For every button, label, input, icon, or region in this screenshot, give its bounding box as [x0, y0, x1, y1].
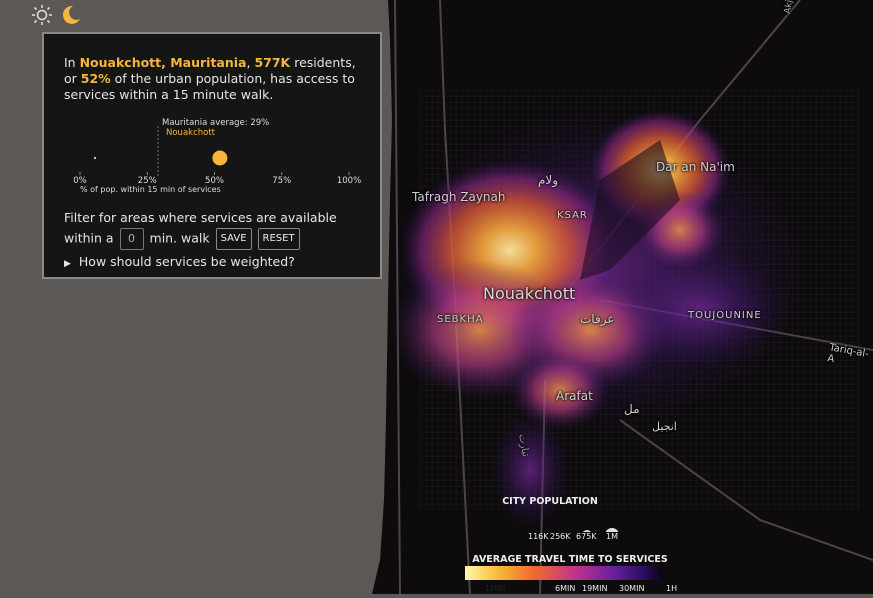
travel-label-30min: 30MIN: [619, 584, 645, 593]
filter-prefix: within a: [64, 230, 114, 246]
city-marker-label: Nouakchott: [166, 128, 216, 138]
arabic-label-2: عرفات: [580, 312, 615, 326]
summary-prefix: In: [64, 55, 80, 70]
axis-tick-label: 100%: [337, 176, 361, 186]
pop-label-116k: 116K: [528, 532, 549, 541]
ksar-label: KSAR: [557, 210, 588, 221]
travel-label-6min: 6MIN: [555, 584, 576, 593]
access-dot-chart: Mauritania average: 29% Nouakchott 0% 25%…: [73, 118, 361, 194]
weighting-label: How should services be weighted?: [78, 254, 295, 269]
sebkha-label: SEBKHA: [437, 314, 484, 325]
arabic-label-5: انجيل: [652, 420, 677, 433]
city-label: Nouakchott: [483, 284, 576, 303]
percent-value: 52%: [80, 71, 111, 86]
triangle-right-icon: ▶: [64, 259, 71, 269]
city-name: Nouakchott, Mauritania: [79, 55, 247, 70]
travel-label-1min: 1MIN: [485, 584, 506, 593]
arafat-label: Arafat: [556, 389, 593, 403]
reset-button[interactable]: RESET: [257, 228, 300, 250]
filter-line1: Filter for areas where services are avai…: [64, 210, 337, 225]
city-dot: [212, 150, 228, 166]
travel-legend-title: AVERAGE TRAVEL TIME TO SERVICES: [472, 554, 668, 565]
axis-tick-label: 75%: [272, 176, 291, 186]
summary-text: In Nouakchott, Mauritania, 577K resident…: [64, 55, 369, 103]
travel-legend-labels: 1MIN 6MIN 19MIN 30MIN 1H: [465, 584, 678, 598]
toujounine-label: TOUJOUNINE: [688, 310, 762, 321]
tafragh-label: Tafragh Zaynah: [412, 190, 506, 204]
filter-section: Filter for areas where services are avai…: [64, 208, 374, 250]
travel-label-19min: 19MIN: [582, 584, 608, 593]
pop-label-675k: 675K: [576, 532, 597, 541]
sun-icon[interactable]: [30, 4, 54, 26]
filter-suffix: min. walk: [149, 230, 210, 246]
axis-title: % of pop. within 15 min of services: [80, 185, 221, 194]
travel-label-1h: 1H: [666, 584, 678, 593]
arabic-label-1: ولام: [538, 173, 559, 187]
pop-label-256k: 256K: [550, 532, 571, 541]
weighting-disclosure[interactable]: ▶ How should services be weighted?: [64, 254, 295, 269]
save-button[interactable]: SAVE: [215, 228, 252, 250]
population-legend-title: CITY POPULATION: [502, 496, 598, 507]
theme-toggle[interactable]: [30, 4, 82, 26]
population-legend: [583, 528, 619, 532]
map-legend: CITY POPULATION 116K 256K 675K 1M AVERAG…: [465, 496, 678, 598]
minutes-input[interactable]: 0: [119, 228, 144, 250]
pop-label-1m: 1M: [606, 532, 618, 541]
daran-label: Dar an Na'im: [656, 160, 735, 174]
small-city-dot: [93, 156, 97, 160]
national-average-label: Mauritania average: 29%: [162, 118, 269, 128]
arabic-label-3: مل: [624, 402, 640, 416]
residents-count: 577K: [254, 55, 291, 70]
population-legend-labels: 116K 256K 675K 1M: [465, 532, 675, 544]
moon-icon[interactable]: [58, 4, 82, 26]
info-panel: In Nouakchott, Mauritania, 577K resident…: [42, 32, 382, 279]
